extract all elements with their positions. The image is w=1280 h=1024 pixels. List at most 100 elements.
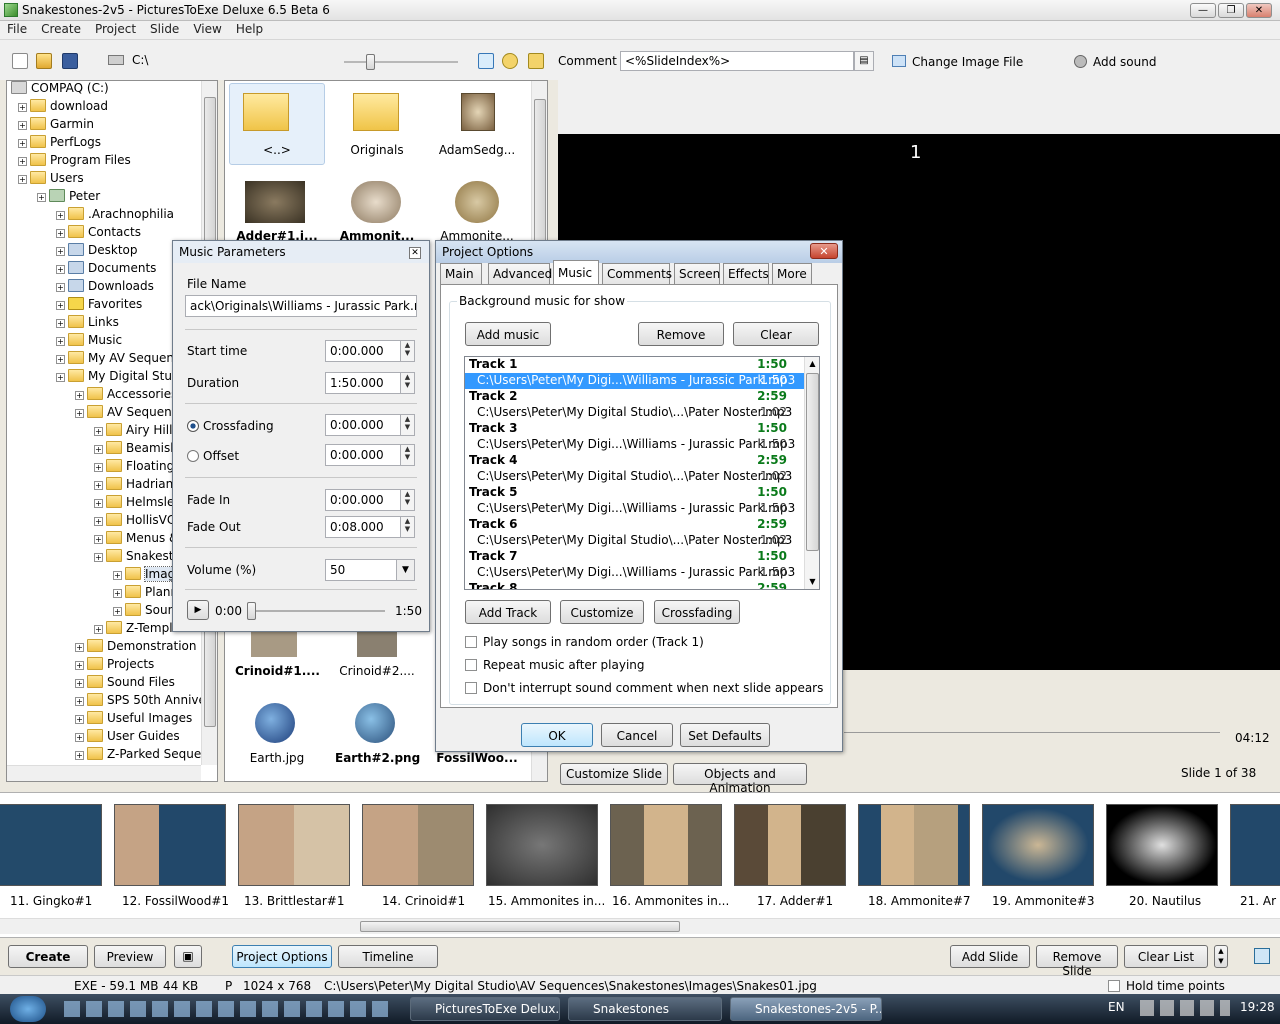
language-indicator[interactable]: EN — [1108, 1000, 1125, 1014]
clear-button[interactable]: Clear — [733, 322, 819, 346]
tree-item[interactable]: + Z-Templa — [94, 621, 180, 639]
track-file-row[interactable]: C:\Users\Peter\My Digital Studio\...\Pat… — [465, 469, 805, 485]
expander-icon[interactable]: + — [94, 499, 103, 508]
fade-out-spinner[interactable]: ▲ ▼ — [400, 517, 414, 537]
slide-thumbnail[interactable] — [982, 804, 1094, 886]
offset-input[interactable]: 0:00.000 ▲ ▼ — [325, 444, 415, 466]
tab-effects[interactable]: Effects — [723, 263, 769, 284]
offset-radio[interactable]: Offset — [187, 449, 239, 463]
tree-item[interactable]: + Demonstration Ses — [75, 639, 217, 657]
slide-thumbnail[interactable] — [858, 804, 970, 886]
add-track-button[interactable]: Add Track — [465, 600, 551, 624]
track-header[interactable]: Track 4 2:59 — [465, 453, 805, 469]
track-header[interactable]: Track 6 2:59 — [465, 517, 805, 533]
tree-item[interactable]: + download — [18, 99, 108, 117]
customize-slide-button[interactable]: Customize Slide — [560, 763, 668, 785]
track-file-row[interactable]: C:\Users\Peter\My Digital Studio\...\Pat… — [465, 405, 805, 421]
expander-icon[interactable]: + — [18, 157, 27, 166]
tree-item[interactable]: + Contacts — [56, 225, 141, 243]
expander-icon[interactable]: + — [75, 409, 84, 418]
tree-item[interactable]: + Garmin — [18, 117, 94, 135]
scroll-up-icon[interactable]: ▲ — [805, 357, 819, 371]
maximize-preview-icon[interactable] — [1254, 948, 1270, 964]
track-file-row[interactable]: C:\Users\Peter\My Digi...\Williams - Jur… — [465, 565, 805, 581]
taskbar-item[interactable]: Snakestones — [568, 997, 722, 1021]
comment-edit-icon[interactable]: ▤ — [854, 51, 874, 71]
timeline-track[interactable] — [844, 732, 1220, 733]
folder-icon[interactable] — [353, 93, 399, 131]
expander-icon[interactable]: + — [113, 589, 122, 598]
tree-item[interactable]: + SPS 50th Annivers — [75, 693, 217, 711]
image-thumbnail[interactable] — [357, 629, 397, 657]
expander-icon[interactable]: + — [18, 121, 27, 130]
preview-button[interactable]: Preview — [94, 945, 166, 968]
menu-create[interactable]: Create — [34, 21, 88, 36]
slide-thumbnail[interactable] — [486, 804, 598, 886]
change-image-label[interactable]: Change Image File — [912, 55, 1023, 69]
expander-icon[interactable]: + — [75, 391, 84, 400]
slide-caption[interactable]: 14. Crinoid#1 — [382, 894, 465, 908]
tree-item[interactable]: + AV Sequence — [75, 405, 186, 423]
file-caption[interactable]: Crinoid#2.... — [335, 664, 419, 678]
tree-item[interactable]: + HollisVC — [94, 513, 175, 531]
slide-thumbnail[interactable] — [1230, 804, 1280, 886]
comment-input[interactable]: <%SlideIndex%> — [620, 51, 854, 71]
slide-caption[interactable]: 16. Ammonites in... — [612, 894, 729, 908]
expander-icon[interactable]: + — [18, 103, 27, 112]
tree-item[interactable]: + .Arachnophilia — [56, 207, 174, 225]
file-caption[interactable]: Originals — [335, 143, 419, 157]
start-button[interactable] — [10, 996, 46, 1022]
slide-caption[interactable]: 11. Gingko#1 — [10, 894, 92, 908]
customize-button[interactable]: Customize — [560, 600, 644, 624]
menu-project[interactable]: Project — [88, 21, 143, 36]
chevron-down-icon[interactable]: ▼ — [396, 560, 414, 580]
tree-item[interactable]: + Downloads — [56, 279, 154, 297]
tree-item[interactable]: + Z-Parked Sequenc — [75, 747, 215, 765]
file-caption[interactable]: Earth#2.png — [335, 751, 420, 765]
remove-button[interactable]: Remove — [638, 322, 724, 346]
position-slider-handle[interactable] — [247, 602, 256, 620]
expander-icon[interactable]: + — [94, 427, 103, 436]
tree-item[interactable]: + Program Files — [18, 153, 131, 171]
play-icon[interactable]: ▶ — [187, 600, 209, 620]
ok-button[interactable]: OK — [521, 723, 593, 747]
tab-main[interactable]: Main — [440, 263, 482, 284]
menu-help[interactable]: Help — [229, 21, 270, 36]
expander-icon[interactable]: + — [18, 175, 27, 184]
favorites-folder-icon[interactable] — [502, 53, 518, 69]
image-thumbnail[interactable] — [461, 93, 495, 131]
expander-icon[interactable]: + — [94, 625, 103, 634]
image-thumbnail[interactable] — [245, 181, 305, 223]
position-slider[interactable] — [247, 610, 385, 612]
track-list-scrollbar[interactable]: ▲ ▼ — [804, 357, 819, 589]
tree-item[interactable]: + User Guides — [75, 729, 180, 747]
expander-icon[interactable]: + — [113, 571, 122, 580]
expander-icon[interactable]: + — [56, 247, 65, 256]
tree-item[interactable]: + Music — [56, 333, 122, 351]
expander-icon[interactable]: + — [94, 445, 103, 454]
parent-folder-icon[interactable] — [243, 93, 289, 131]
image-thumbnail[interactable] — [251, 629, 297, 657]
file-caption[interactable]: Earth.jpg — [235, 751, 319, 765]
track-header[interactable]: Track 7 1:50 — [465, 549, 805, 565]
objects-animation-button[interactable]: Objects and Animation — [673, 763, 807, 795]
thumb-size-slider[interactable] — [344, 61, 458, 63]
tree-item[interactable]: + Projects — [75, 657, 154, 675]
tray-icons[interactable] — [1140, 1000, 1230, 1016]
slide-thumbnail[interactable] — [362, 804, 474, 886]
track-header[interactable]: Track 3 1:50 — [465, 421, 805, 437]
tree-item[interactable]: + Peter — [37, 189, 100, 207]
change-image-icon[interactable] — [892, 55, 906, 67]
expander-icon[interactable]: + — [56, 265, 65, 274]
offset-spinner[interactable]: ▲ ▼ — [400, 445, 414, 465]
file-caption[interactable]: Crinoid#1.... — [235, 664, 320, 678]
expander-icon[interactable]: + — [94, 481, 103, 490]
expander-icon[interactable]: + — [56, 301, 65, 310]
file-caption[interactable]: AdamSedg... — [435, 143, 519, 157]
expander-icon[interactable]: + — [75, 715, 84, 724]
slide-thumbnail[interactable] — [0, 804, 102, 886]
scroll-down-icon[interactable]: ▼ — [805, 575, 819, 589]
slide-thumbnail[interactable] — [114, 804, 226, 886]
expander-icon[interactable]: + — [37, 193, 46, 202]
menu-file[interactable]: File — [0, 21, 34, 36]
